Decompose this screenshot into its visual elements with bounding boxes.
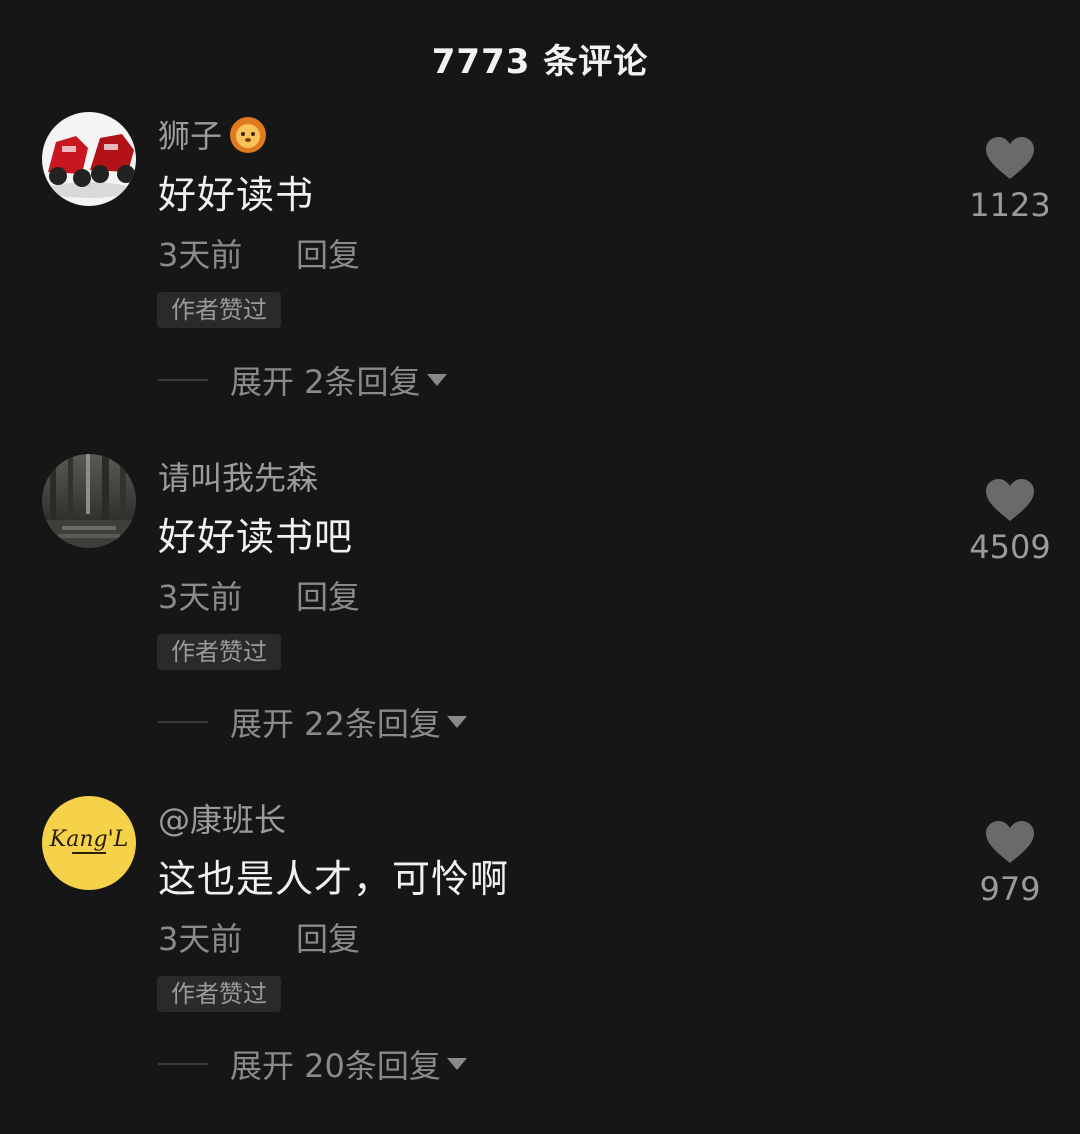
like-count: 979 [979,870,1041,908]
username-text: @康班长 [158,801,287,839]
chevron-down-icon [446,716,467,728]
divider-line [158,379,208,381]
expand-replies-button[interactable]: 展开 22条回复 [158,702,467,743]
comments-count-title: 7773 条评论 [431,42,649,82]
forest-avatar-image [42,454,136,548]
chevron-down-icon [426,374,447,386]
comment-item: Kang'L @康班长 这也是人才，可怜啊 3天前 回复 作者赞过 展开 20条回… [0,796,1080,1126]
like-count: 4509 [969,528,1051,566]
reply-button[interactable]: 回复 [296,578,360,616]
divider-line [158,721,208,723]
comment-meta: 3天前 回复 [158,572,360,618]
username[interactable]: 狮子 [158,112,268,156]
kangl-logo-avatar-image: Kang'L [42,796,136,890]
username-text: 狮子 [158,117,223,155]
author-liked-badge: 作者赞过 [157,292,281,328]
like-button[interactable]: 4509 [960,478,1060,566]
heart-icon [986,821,1034,863]
expand-replies-button[interactable]: 展开 2条回复 [158,360,447,401]
expand-replies-label: 展开 22条回复 [230,705,441,743]
comment-meta: 3天前 回复 [158,230,360,276]
comment-text: 好好读书 [158,173,315,217]
divider-line [158,1063,208,1065]
svg-text:Kang'L: Kang'L [49,827,128,852]
comment-time: 3天前 [158,920,243,958]
heart-icon [986,479,1034,521]
avatar[interactable]: Kang'L [42,796,136,890]
expand-replies-label: 展开 2条回复 [230,363,421,401]
comment-time: 3天前 [158,578,243,616]
comment-item: 狮子 好好读书 3天前 回复 作者赞过 展开 2条回复 1123 [0,112,1080,442]
motorcycle-avatar-image [42,112,136,206]
comment-meta: 3天前 回复 [158,914,360,960]
username[interactable]: 请叫我先森 [158,454,318,498]
reply-button[interactable]: 回复 [296,236,360,274]
like-count: 1123 [969,186,1051,224]
heart-icon [986,137,1034,179]
comment-item: 请叫我先森 好好读书吧 3天前 回复 作者赞过 展开 22条回复 4509 [0,454,1080,784]
like-button[interactable]: 979 [960,820,1060,908]
comment-text: 这也是人才，可怜啊 [158,857,510,901]
lion-emoji-icon [228,114,268,154]
avatar[interactable] [42,112,136,206]
author-liked-badge: 作者赞过 [157,976,281,1012]
like-button[interactable]: 1123 [960,136,1060,224]
avatar[interactable] [42,454,136,548]
expand-replies-button[interactable]: 展开 20条回复 [158,1044,467,1085]
comment-text: 好好读书吧 [158,515,354,559]
reply-button[interactable]: 回复 [296,920,360,958]
username-text: 请叫我先森 [158,459,319,497]
author-liked-badge: 作者赞过 [157,634,281,670]
expand-replies-label: 展开 20条回复 [230,1047,441,1085]
chevron-down-icon [446,1058,467,1070]
comment-time: 3天前 [158,236,243,274]
username[interactable]: @康班长 [158,796,286,840]
